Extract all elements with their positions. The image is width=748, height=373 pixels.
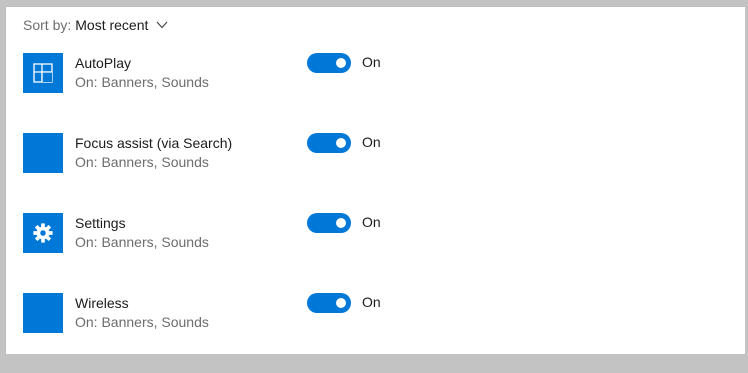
app-subtitle: On: Banners, Sounds (75, 74, 209, 90)
app-subtitle: On: Banners, Sounds (75, 154, 209, 170)
wireless-icon (23, 293, 63, 333)
wireless-toggle[interactable] (307, 293, 351, 313)
app-row-settings[interactable]: Settings On: Banners, Sounds On (6, 213, 745, 293)
app-subtitle: On: Banners, Sounds (75, 314, 209, 330)
settings-toggle[interactable] (307, 213, 351, 233)
toggle-state-label: On (362, 54, 381, 70)
chevron-down-icon (156, 21, 168, 29)
autoplay-toggle[interactable] (307, 53, 351, 73)
sort-value: Most recent (75, 17, 149, 33)
toggle-state-label: On (362, 134, 381, 150)
focus-assist-toggle[interactable] (307, 133, 351, 153)
app-name: Settings (75, 215, 126, 231)
app-name: Wireless (75, 295, 129, 311)
toggle-state-label: On (362, 294, 381, 310)
app-row-wireless[interactable]: Wireless On: Banners, Sounds On (6, 293, 745, 373)
focus-assist-icon (23, 133, 63, 173)
autoplay-icon (23, 53, 63, 93)
notifications-panel: Sort by: Most recent AutoPlay On: Banner… (5, 6, 745, 354)
app-row-focus-assist[interactable]: Focus assist (via Search) On: Banners, S… (6, 133, 745, 213)
app-name: Focus assist (via Search) (75, 135, 233, 151)
sort-label: Sort by: (23, 17, 72, 33)
app-name: AutoPlay (75, 55, 132, 71)
toggle-state-label: On (362, 214, 381, 230)
app-subtitle: On: Banners, Sounds (75, 234, 209, 250)
app-row-autoplay[interactable]: AutoPlay On: Banners, Sounds On (6, 53, 745, 133)
gear-icon (23, 213, 63, 253)
sort-dropdown[interactable]: Sort by: Most recent (23, 17, 168, 33)
